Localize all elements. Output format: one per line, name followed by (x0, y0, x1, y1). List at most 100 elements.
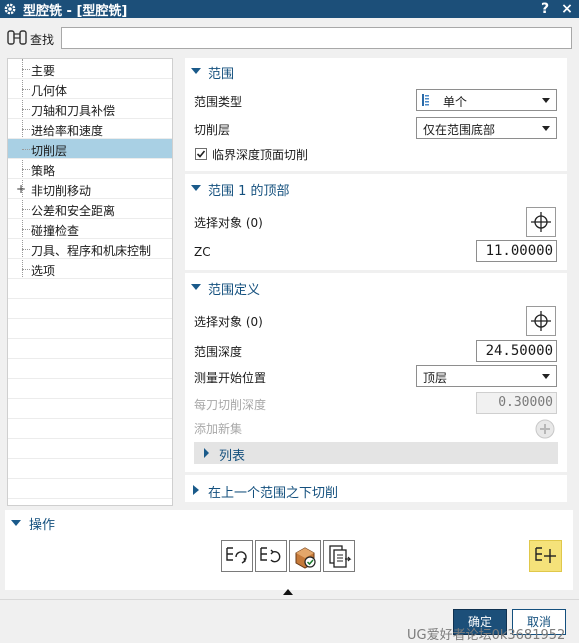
nav-item-tolerances[interactable]: 公差和安全距离 (8, 199, 172, 219)
list-label: 列表 (219, 449, 246, 464)
nav-empty-row (8, 379, 172, 399)
cut-levels-label: 切削层 (194, 123, 231, 137)
expand-icon (193, 485, 199, 495)
plus-icon (535, 419, 555, 439)
range1-top-section-header[interactable]: 范围 1 的顶部 (185, 180, 565, 200)
add-set-button (534, 418, 556, 440)
verify-icon (295, 547, 316, 569)
nav-item-label: 刀轴和刀具补偿 (31, 104, 116, 118)
title-bar: 型腔铣 - [型腔铣] ? × (0, 0, 579, 19)
close-button[interactable]: × (559, 0, 575, 18)
collapse-up-icon[interactable] (283, 589, 293, 595)
nav-item-feeds-speeds[interactable]: 进给率和速度 (8, 119, 172, 139)
range-type-label: 范围类型 (194, 95, 243, 109)
range1-select-object-label: 选择对象 (0) (194, 216, 263, 230)
replay-icon (260, 547, 281, 563)
list-subsection[interactable]: 列表 (194, 442, 558, 464)
collapse-icon (191, 284, 201, 290)
nav-item-tool-program[interactable]: 刀具、程序和机床控制 (8, 239, 172, 259)
collapse-icon (191, 68, 201, 74)
nav-empty-row (8, 399, 172, 419)
nav-item-options[interactable]: 选项 (8, 259, 172, 279)
nav-item-label: 刀具、程序和机床控制 (31, 244, 152, 258)
watermark-text: UG爱好者论坛0k3681952 (407, 628, 566, 643)
expand-icon (204, 448, 209, 458)
zc-label: ZC (194, 245, 211, 259)
nav-item-label: 几何体 (31, 84, 68, 98)
cut-levels-value: 仅在范围底部 (423, 123, 496, 137)
nav-item-collision[interactable]: 碰撞检查 (8, 219, 172, 239)
select-object-button[interactable] (526, 207, 556, 237)
range-type-dropdown[interactable]: 单个 (416, 89, 557, 111)
add-new-set-label: 添加新集 (194, 422, 243, 436)
nav-tree: 主要 几何体 刀轴和刀具补偿 进给率和速度 切削层 策略 + 非切削移动 公差和安… (7, 58, 173, 506)
verify-button[interactable] (289, 540, 321, 572)
zc-input[interactable]: 11.00000 (476, 240, 557, 262)
range-type-value: 单个 (443, 95, 468, 109)
nav-item-label: 非切削移动 (31, 184, 92, 198)
nav-item-cut-levels[interactable]: 切削层 (8, 139, 172, 159)
nav-item-label: 碰撞检查 (31, 224, 80, 238)
range-def-select-object-label: 选择对象 (0) (194, 315, 263, 329)
nav-item-tool-axis[interactable]: 刀轴和刀具补偿 (8, 99, 172, 119)
nav-empty-row (8, 359, 172, 379)
range-depth-input[interactable]: 24.50000 (476, 340, 557, 362)
nav-empty-row (8, 439, 172, 459)
collapse-icon (191, 185, 201, 191)
cut-levels-dropdown[interactable]: 仅在范围底部 (416, 117, 557, 139)
ops-path-icon (535, 547, 556, 563)
generate-icon (226, 547, 247, 564)
search-input[interactable] (61, 27, 572, 49)
nav-item-strategy[interactable]: 策略 (8, 159, 172, 179)
divider (0, 599, 579, 600)
nav-empty-row (8, 279, 172, 299)
nav-item-geometry[interactable]: 几何体 (8, 79, 172, 99)
nav-item-label: 主要 (31, 64, 56, 78)
display-resulting-ops-button[interactable] (529, 540, 562, 572)
nav-empty-row (8, 459, 172, 479)
list-output-button[interactable] (323, 540, 355, 572)
help-button[interactable]: ? (537, 0, 553, 18)
nav-empty-row (8, 319, 172, 339)
nav-empty-row (8, 419, 172, 439)
per-cut-depth-input: 0.30000 (476, 392, 557, 414)
nav-item-label: 策略 (31, 164, 56, 178)
nav-empty-row (8, 299, 172, 319)
range-type-icon (421, 93, 431, 110)
measure-from-value: 顶层 (423, 371, 448, 385)
nav-empty-row (8, 339, 172, 359)
search-bar: 查找 (0, 24, 579, 52)
nav-item-label: 公差和安全距离 (31, 204, 116, 218)
nav-empty-row (8, 479, 172, 499)
window-title: 型腔铣 - [型腔铣] (23, 3, 128, 19)
range-depth-label: 范围深度 (194, 345, 243, 359)
expand-icon[interactable]: + (16, 183, 26, 195)
replay-button[interactable] (255, 540, 287, 572)
chevron-down-icon (542, 374, 550, 379)
select-object-button[interactable] (526, 306, 556, 336)
critical-depth-label: 临界深度顶面切削 (212, 148, 309, 162)
range-section-header[interactable]: 范围 (185, 63, 565, 83)
critical-depth-checkbox[interactable] (195, 148, 207, 160)
checkmark-icon (196, 150, 206, 158)
search-label: 查找 (30, 33, 55, 47)
chevron-down-icon (542, 126, 550, 131)
nav-item-label: 选项 (31, 264, 56, 278)
gear-icon[interactable] (3, 2, 17, 16)
range-def-section-header[interactable]: 范围定义 (185, 279, 565, 299)
nav-item-main[interactable]: 主要 (8, 59, 172, 79)
measure-from-label: 测量开始位置 (194, 371, 267, 385)
below-prev-section-header[interactable]: 在上一个范围之下切削 (185, 482, 565, 502)
nav-item-label: 切削层 (31, 144, 68, 158)
crosshair-icon (531, 212, 551, 232)
nav-item-non-cutting[interactable]: + 非切削移动 (8, 179, 172, 199)
chevron-down-icon (542, 98, 550, 103)
nav-item-label: 进给率和速度 (31, 124, 104, 138)
collapse-icon (11, 520, 21, 526)
per-cut-depth-label: 每刀切削深度 (194, 398, 267, 412)
binoculars-icon (6, 28, 28, 48)
generate-button[interactable] (221, 540, 253, 572)
measure-from-dropdown[interactable]: 顶层 (416, 365, 557, 387)
list-output-icon (329, 545, 352, 568)
crosshair-icon (531, 311, 551, 331)
